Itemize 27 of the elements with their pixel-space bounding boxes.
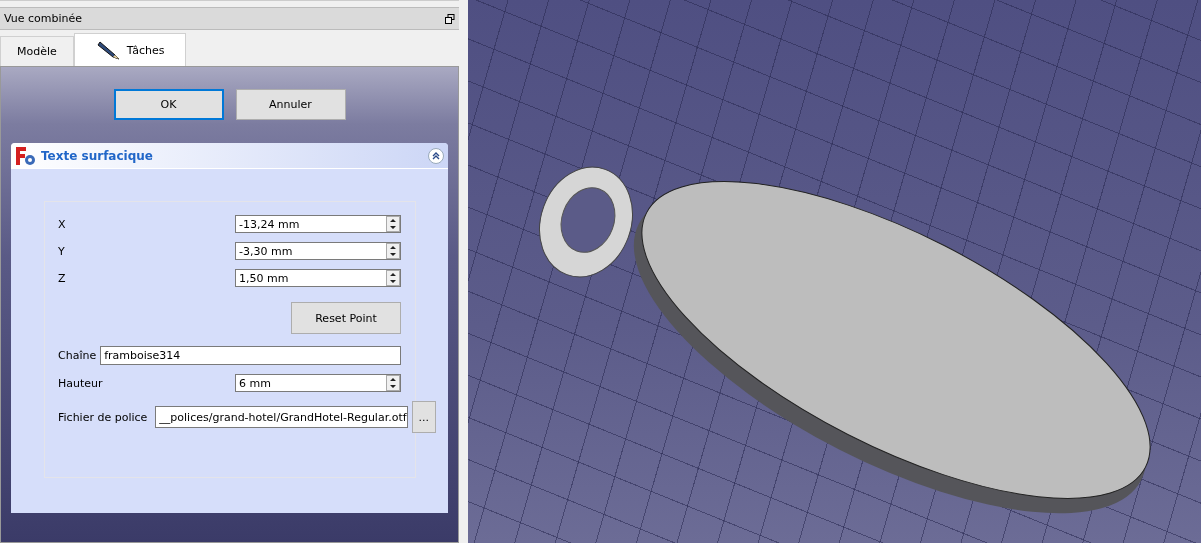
- spin-box[interactable]: 6 mm: [235, 374, 401, 392]
- spin-arrows-icon[interactable]: [386, 270, 400, 286]
- text-field[interactable]: framboise314: [100, 346, 401, 365]
- 3d-viewport[interactable]: [468, 0, 1201, 543]
- file-path-field[interactable]: __polices/grand-hotel/GrandHotel-Regular.otf: [155, 406, 408, 428]
- field-label: X: [58, 217, 67, 231]
- spin-box[interactable]: -3,30 mm: [235, 242, 401, 260]
- dialog-button[interactable]: Annuler: [235, 89, 346, 120]
- field-label: Fichier de police: [58, 410, 148, 424]
- tab[interactable]: Tâches: [73, 33, 186, 66]
- field-label: Chaîne: [58, 349, 97, 362]
- spin-box[interactable]: 1,50 mm: [235, 269, 401, 287]
- spin-arrows-icon[interactable]: [386, 375, 400, 391]
- field-label: Z: [58, 271, 67, 285]
- panel-title: Vue combinée: [4, 12, 83, 25]
- reset-point-button[interactable]: Reset Point: [291, 302, 401, 334]
- field-label: Y: [58, 244, 66, 258]
- browse-button[interactable]: ...: [411, 401, 437, 433]
- tab[interactable]: Modèle: [0, 36, 74, 66]
- dialog-button[interactable]: OK: [113, 89, 224, 120]
- spin-arrows-icon[interactable]: [386, 243, 400, 259]
- spin-arrows-icon[interactable]: [386, 216, 400, 232]
- float-window-icon[interactable]: [445, 13, 455, 24]
- spin-box[interactable]: -13,24 mm: [235, 215, 401, 233]
- collapse-icon[interactable]: [428, 147, 444, 164]
- field-label: Hauteur: [58, 376, 104, 390]
- task-panel-title: Texte surfacique: [41, 148, 154, 163]
